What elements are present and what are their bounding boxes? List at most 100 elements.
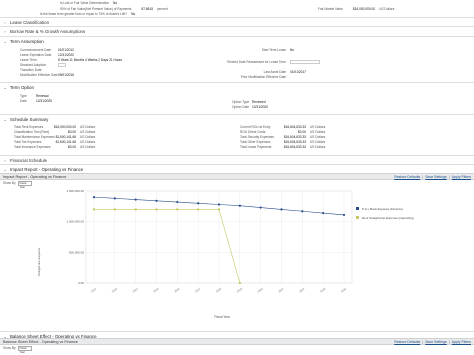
start-term-value: No — [290, 48, 295, 52]
reassess-input[interactable] — [290, 60, 320, 64]
start-term-row: Start Term Lease No — [240, 48, 294, 52]
chart-point — [218, 208, 220, 211]
option-type-label: Type — [20, 94, 27, 98]
schedule-left-value: $0.00 — [68, 130, 76, 134]
chart-x-tick-label: 2013 — [111, 287, 118, 294]
schedule-right-unit: US Dollars — [310, 125, 326, 129]
schedule-left-label: Classification Test (Rent) — [14, 130, 50, 134]
chart-point — [93, 208, 95, 211]
expiration-label: Lease Expiration Date — [20, 53, 52, 57]
right-option-date-value[interactable]: 12/31/2020 — [252, 105, 268, 109]
balance-show-by: Show By Fiscal Year — [3, 346, 32, 354]
schedule-right-row: Total Lease Payments $16,604,633.33 US Dol… — [240, 145, 325, 149]
schedule-left-unit: US Dollars — [80, 130, 96, 134]
chart-x-tick-label: 2012 — [90, 287, 97, 294]
schedule-left-row: Total Maintenance Expenses $1,600,141.66 U… — [14, 135, 95, 139]
chart-y-ticks: 0.00 500,000.00 1,000,000.00 1,500,000.00 — [66, 189, 84, 285]
chart-y-tick-label: 0.00 — [78, 281, 84, 285]
chart-legend-label: P & L Book Expense (Finance) — [362, 207, 403, 211]
chevron-down-icon: ⌄ — [3, 166, 7, 172]
lease-term-75-row: Is the lease term greater than or equal … — [40, 12, 135, 16]
restore-defaults-link[interactable]: Restore Defaults — [394, 340, 420, 344]
chevron-right-icon: › — [4, 19, 6, 25]
schedule-right-label: Current ROU at Entry — [240, 125, 271, 129]
chart-x-tick-label: 2016 — [173, 287, 180, 294]
expiration-row: Lease Expiration Date 12/31/2020 — [20, 53, 74, 57]
chart-legend: P & L Book Expense (Finance) Rent Straigh… — [356, 207, 414, 220]
chart-point — [176, 208, 179, 211]
schedule-right-value: $16,604,633.33 — [283, 125, 306, 129]
chart-point — [322, 211, 325, 215]
chevron-down-icon: ⌄ — [3, 38, 7, 44]
expiration-value[interactable]: 12/31/2020 — [58, 53, 74, 57]
right-option-date-label: Option Date — [232, 105, 250, 109]
standard-adoption-row: Standard Adoption — [20, 63, 66, 67]
last-asset-value[interactable]: 01/01/2017 — [290, 70, 306, 74]
chart-x-tick-label: 2022 — [298, 287, 305, 294]
lease-term-row: Lease Term 8 Years 11 Months 4 Weeks 2 D… — [20, 58, 122, 62]
section-schedule-summary[interactable]: ⌄ Schedule Summary — [0, 114, 474, 123]
modification-date-value[interactable]: 09/01/2016 — [58, 73, 74, 77]
schedule-right-value: $0.00 — [298, 130, 306, 134]
right-option-date-row: Option Date 12/31/2020 — [232, 105, 268, 109]
save-settings-link[interactable]: Save Settings — [425, 175, 447, 179]
chevron-right-icon: › — [4, 157, 6, 163]
schedule-left-label: Total Tax Expenses — [14, 140, 42, 144]
schedule-right-label: Total Security Expenses — [240, 135, 275, 139]
save-settings-link[interactable]: Save Settings — [425, 340, 447, 344]
schedule-left-value: $0.00 — [68, 145, 76, 149]
option-type-value[interactable]: Renewal — [36, 94, 48, 98]
section-borrow-rate[interactable]: › Borrow Rate & % Growth Assumptions — [0, 26, 474, 35]
section-lease-classification[interactable]: › Lease Classification — [0, 17, 474, 26]
schedule-right-row: ROU Direct Costs $0.00 US Dollars — [240, 130, 325, 134]
chart-point — [113, 197, 116, 200]
schedule-left-row: Classification Test (Rent) $0.00 US Dollar… — [14, 130, 95, 134]
impact-show-by: Show By Fiscal Year — [3, 181, 32, 189]
fmv-row: Fair Market Value $16,000,000.00 US Doll… — [318, 7, 394, 11]
standard-adoption-checkbox[interactable] — [58, 63, 66, 67]
show-by-select[interactable]: Fiscal Year — [17, 181, 32, 189]
last-asset-row: Last Asset Date 01/01/2017 — [240, 70, 306, 74]
section-financial-schedule[interactable]: › Financial Schedule — [0, 155, 474, 164]
chart-point — [155, 208, 158, 211]
lease-term-75-label: Is the lease term greater than or equal … — [40, 12, 128, 16]
chart-point — [92, 196, 96, 199]
fair-value-label: Is Lost or Fair Value Determination — [60, 1, 110, 5]
restore-defaults-link[interactable]: Restore Defaults — [394, 175, 420, 179]
schedule-left-row: Total Tax Expenses $1,600,141.66 US Dollar… — [14, 140, 95, 144]
modification-date-label: Modification Effective Date — [20, 73, 58, 77]
npv-row: 90% of Fair Value(Net Present Value) of … — [60, 7, 168, 11]
chart-x-tick-label: 2017 — [194, 287, 201, 294]
schedule-left-row: Total Rent Expenses $16,000,000.00 US Doll… — [14, 125, 95, 129]
apply-filters-link[interactable]: Apply Filters — [452, 340, 471, 344]
impact-chart: 0.00 500,000.00 1,000,000.00 1,500,000.00 2… — [37, 189, 414, 319]
show-by-select[interactable]: Fiscal Year — [17, 346, 32, 354]
chart-x-tick-label: 2014 — [132, 287, 139, 294]
schedule-right-unit: US Dollars — [310, 130, 326, 134]
schedule-right-unit: US Dollars — [310, 140, 326, 144]
section-term-option[interactable]: ⌄ Term Option — [0, 82, 474, 91]
transition-date-label: Transition Date — [20, 68, 42, 72]
schedule-right-value: $16,604,633.33 — [283, 135, 306, 139]
chart-y-tick-label: 1,000,000.00 — [66, 220, 84, 224]
section-title: Schedule Summary — [10, 116, 49, 122]
apply-filters-link[interactable]: Apply Filters — [452, 175, 471, 179]
reassess-label: Elected Date Reassessed for Lease Term — [227, 60, 286, 64]
section-impact-report[interactable]: ⌄ Impact Report - Operating vs Finance — [0, 164, 474, 173]
chart-y-tick-label: 500,000.00 — [69, 250, 84, 254]
schedule-left-value: $1,600,141.66 — [55, 140, 76, 144]
right-option-type-value[interactable]: Renewed — [252, 100, 265, 104]
schedule-left-label: Total Insurance Expenses — [14, 145, 51, 149]
option-date-label: Date — [20, 99, 27, 103]
chart-point — [259, 206, 262, 209]
schedule-right-unit: US Dollars — [310, 145, 326, 149]
option-date-row: Date 12/31/2025 — [20, 99, 52, 103]
chart-legend-swatch — [356, 216, 359, 219]
commencement-value[interactable]: 01/01/2012 — [58, 48, 74, 52]
schedule-right-unit: US Dollars — [310, 135, 326, 139]
section-term-assumption[interactable]: ⌄ Term Assumption — [0, 36, 474, 45]
option-date-value[interactable]: 12/31/2025 — [36, 99, 52, 103]
chart-x-tick-label: 2020 — [257, 287, 264, 294]
standard-adoption-label: Standard Adoption — [20, 63, 47, 67]
schedule-right-label: ROU Direct Costs — [240, 130, 266, 134]
